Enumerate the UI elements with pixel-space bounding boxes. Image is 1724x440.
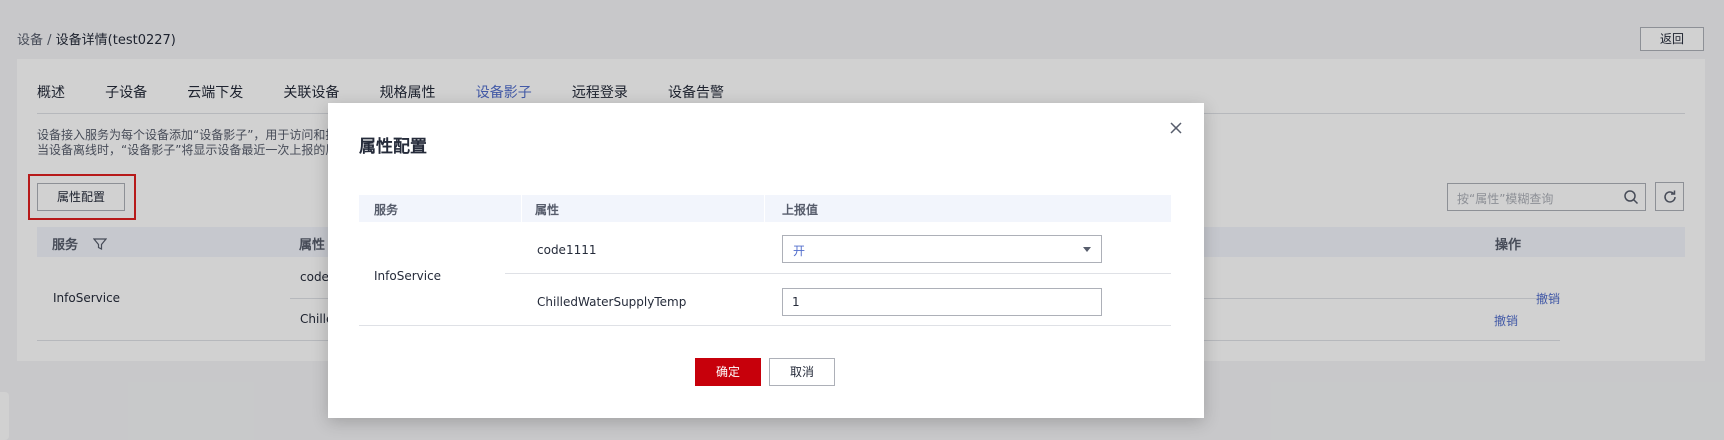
header-separator: [521, 195, 522, 222]
reported-value-input[interactable]: [782, 288, 1102, 316]
dialog-service-cell: InfoService: [374, 269, 442, 283]
close-icon[interactable]: [1170, 122, 1182, 134]
select-value: 开: [793, 244, 806, 258]
property-config-dialog: 属性配置 服务 属性 上报值 InfoService code1111 开 Ch…: [328, 103, 1204, 418]
dialog-row-2-property: ChilledWaterSupplyTemp: [537, 295, 687, 309]
dialog-header-property: 属性: [535, 203, 560, 217]
dialog-header-service: 服务: [374, 203, 399, 217]
confirm-button[interactable]: 确定: [695, 358, 761, 386]
dialog-row-divider: [505, 273, 1171, 274]
header-separator: [764, 195, 765, 222]
dialog-table-bottom-divider: [359, 325, 1171, 326]
cancel-button[interactable]: 取消: [769, 358, 835, 386]
caret-down-icon: [1083, 247, 1091, 252]
dialog-row-1-property: code1111: [537, 243, 597, 257]
reported-value-select[interactable]: 开: [782, 235, 1102, 263]
dialog-header-reported-value: 上报值: [782, 203, 819, 217]
dialog-table-header: 服务 属性 上报值: [359, 195, 1171, 222]
dialog-title: 属性配置: [359, 137, 427, 157]
